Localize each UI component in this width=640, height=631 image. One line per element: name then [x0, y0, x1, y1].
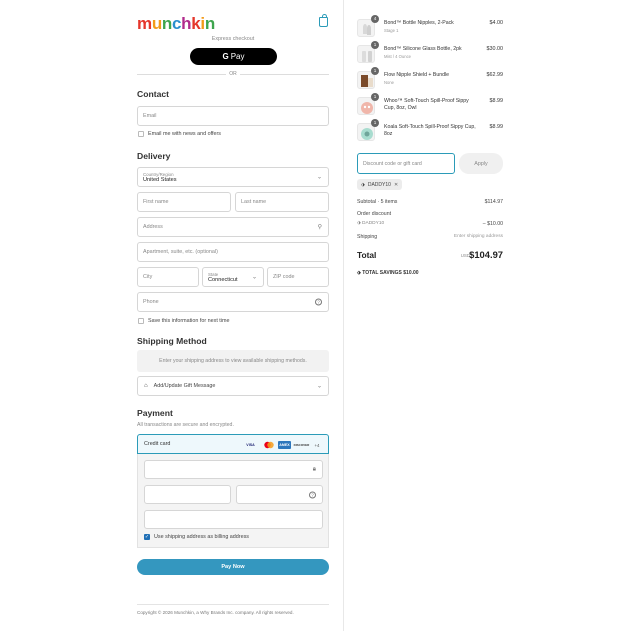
pay-now-button[interactable]: Pay Now — [137, 559, 329, 575]
product-name: Bond™ Bottle Nipples, 2-Pack — [384, 20, 454, 26]
billing-same-checkbox[interactable]: ✓ — [144, 534, 150, 540]
discount-code-input[interactable]: Discount code or gift card — [357, 153, 455, 174]
google-pay-button[interactable]: G Pay — [190, 48, 277, 65]
gift-message-toggle[interactable]: ⌂ Add/Update Gift Message ⌄ — [137, 376, 329, 396]
remove-code-icon[interactable]: ✕ — [394, 182, 398, 188]
tag-icon: ⬗ — [357, 270, 361, 276]
save-info-label: Save this information for next time — [148, 318, 230, 324]
zip-field[interactable]: ZIP code — [267, 267, 329, 287]
credit-card-option[interactable]: Credit card VISA AMEX DISCOVER +4 — [137, 434, 329, 454]
newsletter-label: Email me with news and offers — [148, 131, 222, 137]
munchkin-logo[interactable]: munchkin — [137, 14, 215, 34]
quantity-badge: 1 — [371, 41, 379, 49]
total-row: Total USD $104.97 — [357, 249, 503, 260]
tag-icon: ⬗ — [361, 181, 365, 188]
quantity-badge: 4 — [371, 15, 379, 23]
mastercard-icon — [262, 441, 275, 449]
total-amount: $104.97 — [469, 249, 503, 260]
product-variant: Stage 1 — [384, 28, 399, 33]
quantity-badge: 1 — [371, 67, 379, 75]
order-item: 4 Bond™ Bottle Nipples, 2-Pack Stage 1 $… — [357, 15, 504, 39]
order-discount-row: Order discount — [357, 211, 392, 217]
newsletter-checkbox[interactable] — [138, 131, 144, 137]
product-price: $30.00 — [486, 46, 504, 52]
or-divider-text: OR — [226, 71, 240, 77]
save-info-checkbox[interactable] — [138, 318, 144, 324]
tag-icon: ⬗ — [357, 221, 361, 226]
product-variant: Mist / 4 Ounce — [384, 54, 411, 59]
payment-subtitle: All transactions are secure and encrypte… — [137, 422, 234, 428]
city-field[interactable]: City — [137, 267, 199, 287]
address-field[interactable]: Address ⚲ — [137, 217, 329, 237]
express-checkout-label: Express checkout — [211, 36, 255, 42]
order-item: 1 Flow Nipple Shield + Bundle None $62.9… — [357, 67, 504, 91]
shopping-bag-icon[interactable] — [319, 14, 328, 27]
discover-icon: DISCOVER — [293, 443, 310, 447]
more-cards-label: +4 — [314, 442, 320, 448]
shipping-row: Shipping Enter shipping address — [357, 234, 503, 240]
country-select[interactable]: Country/Region United States ⌄ — [137, 167, 329, 187]
expiration-field[interactable] — [144, 485, 231, 504]
product-name: Flow Nipple Shield + Bundle — [384, 72, 450, 78]
security-code-field[interactable]: ? — [236, 485, 323, 504]
product-price: $8.99 — [489, 124, 504, 130]
shipping-notice: Enter your shipping address to view avai… — [137, 350, 329, 372]
search-icon: ⚲ — [317, 224, 322, 231]
product-variant: None — [384, 80, 395, 85]
product-name: Koala Soft-Touch Spill-Proof Sippy Cup, … — [384, 124, 476, 137]
discount-code-row: ⬗ DADDY10 – $10.00 — [357, 221, 503, 227]
quantity-badge: 1 — [371, 93, 379, 101]
order-summary-panel — [343, 0, 640, 631]
product-price: $8.99 — [489, 98, 504, 104]
billing-same-label: Use shipping address as billing address — [154, 534, 249, 540]
product-price: $62.99 — [486, 72, 504, 78]
google-g-icon: G — [222, 52, 229, 61]
apartment-field[interactable]: Apartment, suite, etc. (optional) — [137, 242, 329, 262]
phone-field[interactable]: Phone ? — [137, 292, 329, 312]
last-name-field[interactable]: Last name — [235, 192, 329, 212]
shipping-method-heading: Shipping Method — [137, 336, 207, 346]
copyright-text: Copyright © 2026 Munchkin, a Why Brands … — [137, 610, 294, 615]
state-select[interactable]: State Connecticut ⌄ — [202, 267, 264, 287]
payment-heading: Payment — [137, 408, 173, 418]
order-item: 1 Bond™ Silicone Glass Bottle, 2pk Mist … — [357, 41, 504, 65]
subtotal-row: Subtotal · 5 items $114.97 — [357, 199, 503, 205]
product-name: Bond™ Silicone Glass Bottle, 2pk — [384, 46, 462, 52]
chevron-down-icon: ⌄ — [316, 383, 322, 390]
name-on-card-field[interactable] — [144, 510, 323, 529]
applied-discount-tag: ⬗ DADDY10 ✕ — [357, 179, 403, 190]
total-savings: ⬗ TOTAL SAVINGS $10.00 — [357, 270, 419, 276]
gift-icon: ⌂ — [144, 383, 148, 389]
card-form: 🔒︎ ? ✓ Use shipping address as billing a… — [137, 454, 329, 548]
gpay-label: Pay — [230, 52, 245, 61]
amex-icon: AMEX — [278, 441, 291, 449]
product-price: $4.00 — [489, 20, 504, 26]
delivery-heading: Delivery — [137, 151, 171, 161]
quantity-badge: 1 — [371, 119, 379, 127]
chevron-down-icon: ⌄ — [251, 274, 257, 281]
first-name-field[interactable]: First name — [137, 192, 231, 212]
order-item: 1 Whoo™ Soft-Touch Spill-Proof Sippy Cup… — [357, 93, 504, 117]
product-name: Whoo™ Soft-Touch Spill-Proof Sippy Cup, … — [384, 98, 469, 111]
help-icon[interactable]: ? — [309, 491, 316, 498]
contact-heading: Contact — [137, 89, 169, 99]
visa-icon: VISA — [246, 443, 255, 447]
card-number-field[interactable]: 🔒︎ — [144, 460, 323, 479]
divider — [137, 604, 329, 605]
email-field[interactable]: Email — [137, 106, 329, 126]
apply-discount-button[interactable]: Apply — [459, 153, 503, 174]
order-item: 1 Koala Soft-Touch Spill-Proof Sippy Cup… — [357, 119, 504, 143]
lock-icon: 🔒︎ — [312, 466, 316, 472]
help-icon[interactable]: ? — [315, 298, 322, 306]
chevron-down-icon: ⌄ — [316, 174, 322, 181]
